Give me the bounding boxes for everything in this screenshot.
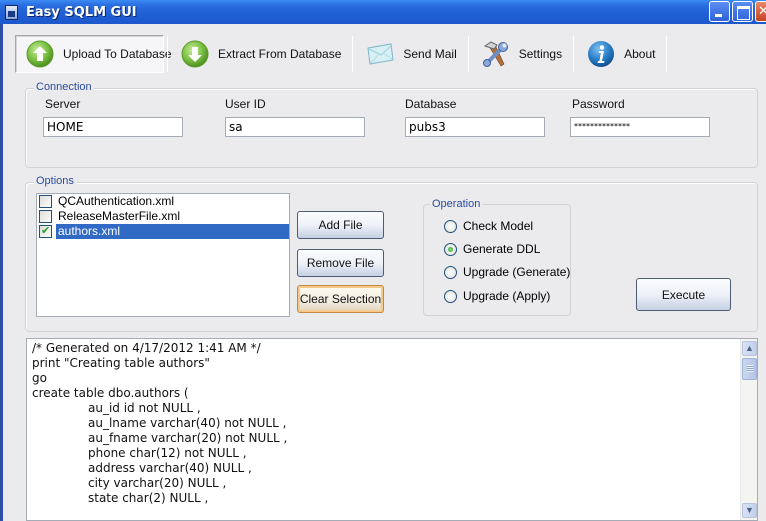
- server-label: Server: [45, 97, 81, 111]
- radio-button[interactable]: [444, 289, 457, 303]
- toolbar-separator: [167, 36, 168, 72]
- clear-selection-button[interactable]: Clear Selection: [297, 285, 384, 313]
- remove-file-button[interactable]: Remove File: [297, 249, 384, 277]
- envelope-icon: [367, 43, 394, 65]
- window-controls: [709, 1, 766, 22]
- file-name: authors.xml: [56, 224, 289, 239]
- tab-label: Settings: [518, 47, 563, 61]
- radio-label: Check Model: [463, 219, 534, 233]
- maximize-button[interactable]: [732, 1, 753, 22]
- vertical-scrollbar[interactable]: ▲ ▼: [740, 339, 757, 520]
- scroll-thumb[interactable]: [742, 358, 757, 380]
- download-arrow-icon: [181, 40, 209, 68]
- radio-button[interactable]: [444, 219, 457, 233]
- radio-label: Upgrade (Apply): [463, 289, 551, 303]
- window-title: Easy SQLM GUI: [26, 4, 137, 20]
- operation-legend: Operation: [430, 198, 483, 210]
- tab-upload-to-database[interactable]: Upload To Database: [15, 35, 172, 73]
- radio-button[interactable]: [444, 265, 457, 279]
- output-text: /* Generated on 4/17/2012 1:41 AM */prin…: [32, 341, 287, 506]
- output-line: au_lname varchar(40) not NULL ,: [88, 416, 287, 430]
- output-line: go: [32, 371, 47, 385]
- tab-label: Send Mail: [403, 47, 457, 61]
- output-textarea[interactable]: /* Generated on 4/17/2012 1:41 AM */prin…: [26, 338, 758, 521]
- server-input[interactable]: [43, 117, 183, 137]
- radio-label: Upgrade (Generate): [463, 265, 571, 279]
- file-name: ReleaseMasterFile.xml: [58, 209, 181, 223]
- scroll-up-button[interactable]: ▲: [742, 341, 757, 356]
- user-id-input[interactable]: [225, 117, 365, 137]
- radio-check-model[interactable]: Check Model: [444, 219, 533, 233]
- tools-icon: [482, 41, 508, 67]
- radio-label: Generate DDL: [463, 242, 541, 256]
- file-checkbox[interactable]: [39, 210, 52, 223]
- tab-settings[interactable]: Settings: [472, 35, 570, 73]
- radio-upgrade-apply[interactable]: Upgrade (Apply): [444, 289, 550, 303]
- output-line: /* Generated on 4/17/2012 1:41 AM */: [32, 341, 261, 355]
- list-item[interactable]: authors.xml: [37, 224, 289, 239]
- toolbar-separator: [573, 36, 575, 72]
- output-line: phone char(12) not NULL ,: [88, 446, 247, 460]
- radio-generate-ddl[interactable]: Generate DDL: [444, 242, 540, 256]
- toolbar-separator: [666, 36, 668, 72]
- file-name: QCAuthentication.xml: [58, 194, 175, 208]
- app-icon: [5, 4, 18, 20]
- database-label: Database: [405, 97, 457, 111]
- file-list[interactable]: QCAuthentication.xml ReleaseMasterFile.x…: [36, 193, 290, 317]
- output-line: city varchar(20) NULL ,: [88, 476, 227, 490]
- radio-upgrade-generate[interactable]: Upgrade (Generate): [444, 265, 570, 279]
- user-id-label: User ID: [225, 97, 266, 111]
- tab-label: Extract From Database: [218, 47, 342, 61]
- file-checkbox[interactable]: [39, 195, 52, 208]
- output-line: address varchar(40) NULL ,: [88, 461, 252, 475]
- list-item[interactable]: ReleaseMasterFile.xml: [37, 209, 289, 224]
- tab-about[interactable]: About: [577, 35, 663, 73]
- output-line: au_fname varchar(20) not NULL ,: [88, 431, 288, 445]
- toolbar-separator: [352, 36, 354, 72]
- operation-group: Operation Check Model Generate DDL Upgra…: [423, 198, 571, 316]
- password-input[interactable]: [570, 117, 710, 137]
- add-file-button[interactable]: Add File: [297, 211, 384, 239]
- minimize-button[interactable]: [709, 1, 730, 22]
- title-bar[interactable]: Easy SQLM GUI: [0, 0, 766, 24]
- file-checkbox[interactable]: [39, 224, 52, 238]
- tab-label: About: [624, 47, 656, 61]
- options-legend: Options: [34, 175, 76, 187]
- close-button[interactable]: [755, 1, 766, 22]
- database-input[interactable]: [405, 117, 545, 137]
- tab-extract-from-database[interactable]: Extract From Database: [171, 35, 349, 73]
- connection-legend: Connection: [34, 81, 94, 93]
- output-line: state char(2) NULL ,: [88, 491, 209, 505]
- output-line: create table dbo.authors (: [32, 386, 189, 400]
- execute-button[interactable]: Execute: [636, 278, 731, 311]
- output-line: print "Creating table authors": [32, 356, 210, 370]
- app-window: Easy SQLM GUI Upload To Database Extract…: [0, 0, 766, 521]
- info-icon: [588, 41, 615, 67]
- list-item[interactable]: QCAuthentication.xml: [37, 194, 289, 209]
- scroll-down-button[interactable]: ▼: [742, 503, 757, 518]
- tab-label: Upload To Database: [63, 47, 172, 61]
- toolbar-separator: [467, 36, 469, 72]
- output-line: au_id id not NULL ,: [88, 401, 201, 415]
- tab-send-mail[interactable]: Send Mail: [356, 35, 464, 73]
- radio-button[interactable]: [444, 242, 457, 256]
- upload-arrow-icon: [26, 40, 54, 68]
- password-label: Password: [572, 97, 625, 111]
- toolbar: Upload To Database Extract From Database…: [15, 34, 670, 74]
